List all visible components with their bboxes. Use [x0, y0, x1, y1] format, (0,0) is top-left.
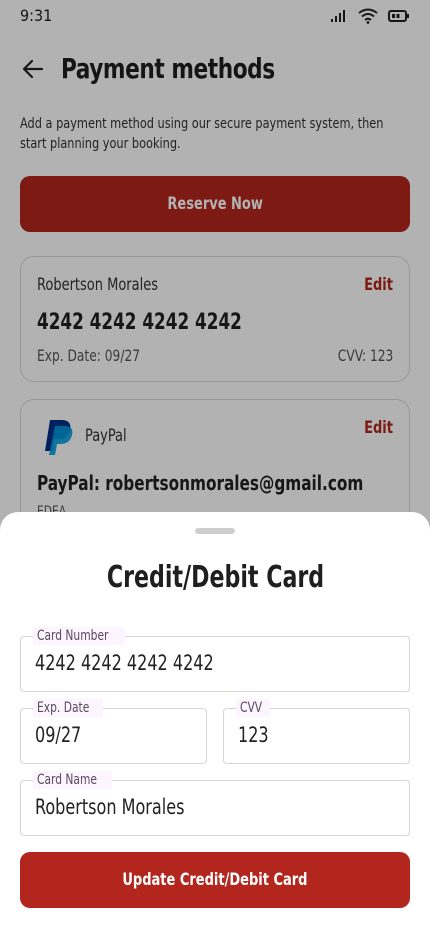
- cvv-input[interactable]: 123: [238, 723, 274, 747]
- card-name-field[interactable]: Card Name Robertson Morales: [20, 771, 410, 836]
- update-card-label: Update Credit/Debit Card: [122, 870, 308, 890]
- card-number-field[interactable]: Card Number 4242 4242 4242 4242: [20, 627, 410, 692]
- cvv-field[interactable]: CVV 123: [223, 699, 410, 764]
- card-number-input[interactable]: 4242 4242 4242 4242: [35, 651, 245, 675]
- card-name-input[interactable]: Robertson Morales: [35, 795, 211, 819]
- sheet-title: Credit/Debit Card: [106, 560, 324, 595]
- card-name-label: Card Name: [33, 771, 112, 789]
- exp-date-input[interactable]: 09/27: [35, 723, 89, 747]
- sheet-drag-handle[interactable]: [195, 528, 235, 534]
- cvv-label: CVV: [236, 699, 271, 717]
- card-number-label: Card Number: [33, 627, 126, 645]
- payment-methods-screen: 9:31 Payment methods Add a payment metho…: [0, 0, 430, 932]
- exp-date-label: Exp. Date: [33, 699, 103, 717]
- exp-date-field[interactable]: Exp. Date 09/27: [20, 699, 207, 764]
- credit-card-bottom-sheet: Credit/Debit Card Card Number 4242 4242 …: [0, 512, 430, 932]
- update-card-button[interactable]: Update Credit/Debit Card: [20, 852, 410, 908]
